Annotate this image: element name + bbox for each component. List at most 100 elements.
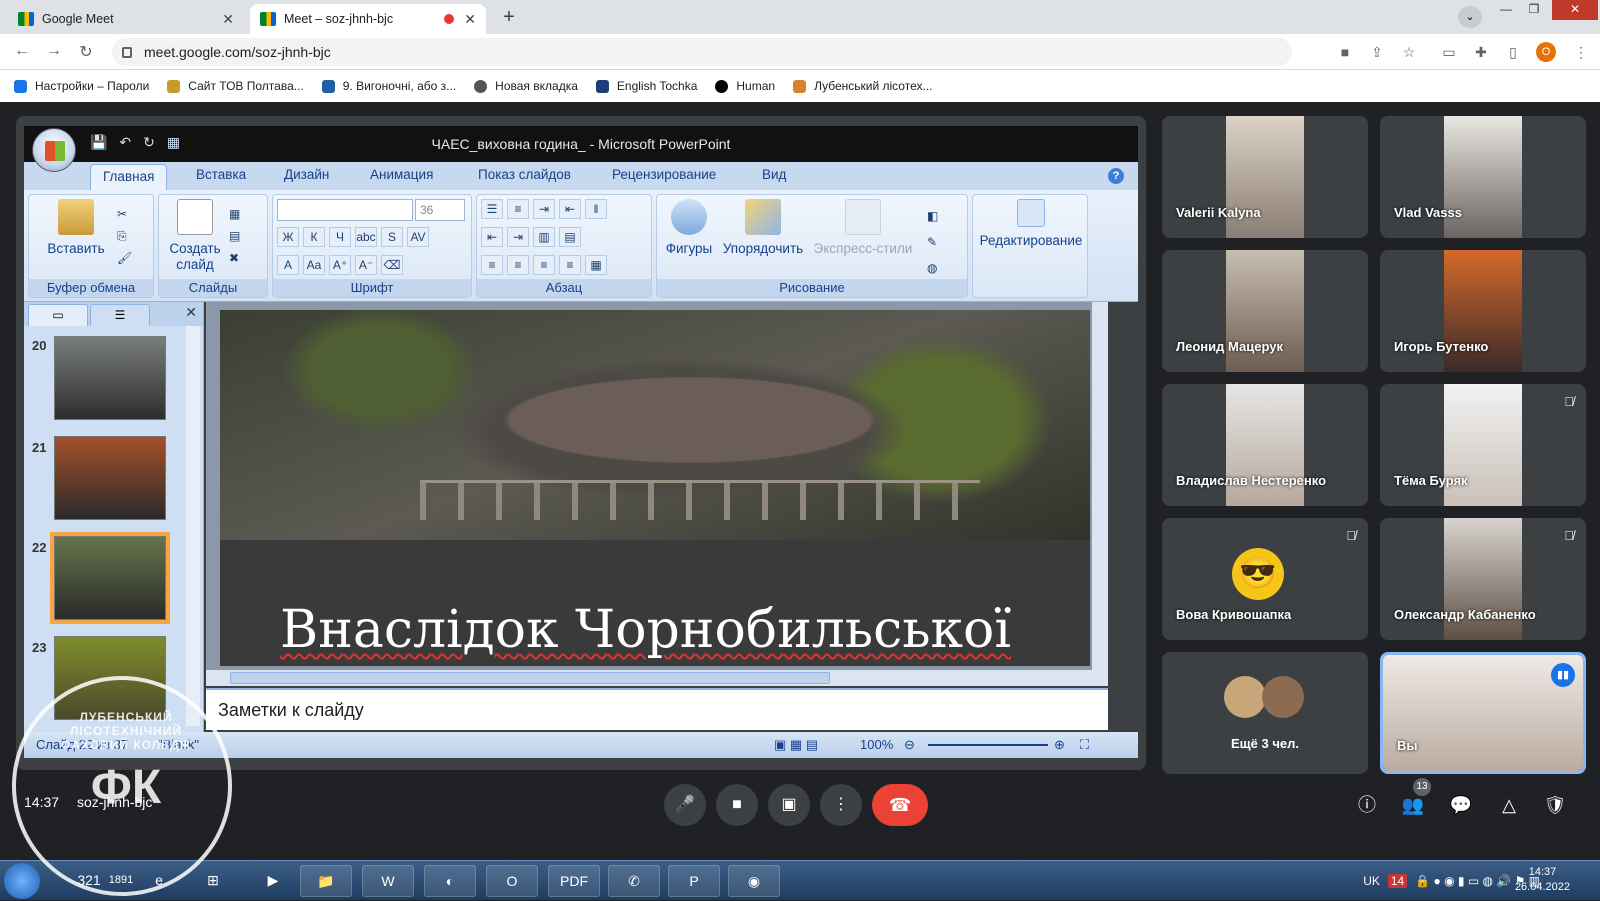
drawing-small-tools[interactable]: ◧ ✎ ◍ <box>927 203 938 281</box>
pdf-icon[interactable]: PDF <box>548 865 600 897</box>
chat-button[interactable]: 💬 <box>1448 792 1474 818</box>
tab-home[interactable]: Главная <box>90 164 168 190</box>
participant-tile[interactable]: Владислав Нестеренко <box>1162 384 1368 506</box>
bookmark-star-icon[interactable]: ☆ <box>1400 44 1418 60</box>
font-color-row[interactable]: A Aa A⁺ A⁻ ⌫ <box>277 255 407 275</box>
camera-button[interactable]: ■ <box>716 784 758 826</box>
shapes-button[interactable]: Фигуры <box>661 199 717 257</box>
microphone-button[interactable]: 🎤 <box>664 784 706 826</box>
participant-tile[interactable]: Игорь Бутенко <box>1380 250 1586 372</box>
tray-badge[interactable]: 14 <box>1387 874 1408 888</box>
font-format-row[interactable]: Ж К Чabc S AV <box>277 227 433 247</box>
slides-tab[interactable]: ▭ <box>28 304 88 326</box>
windows-icon[interactable]: ⊞ <box>196 865 230 897</box>
tab-review[interactable]: Рецензирование <box>612 167 716 182</box>
participant-tile[interactable]: Valerii Kalyna <box>1162 116 1368 238</box>
editing-button[interactable]: Редактирование <box>975 199 1087 249</box>
cast-icon[interactable]: ▭ <box>1440 44 1458 60</box>
tab-insert[interactable]: Вставка <box>196 167 246 182</box>
media-player-icon[interactable]: ▶ <box>256 865 290 897</box>
tab-animation[interactable]: Анимация <box>370 167 433 182</box>
bookmark-item[interactable]: Human <box>715 79 775 93</box>
slide-thumbnail-22[interactable] <box>50 532 170 624</box>
restore-button[interactable]: ❐ <box>1520 0 1548 20</box>
taskbar-clock[interactable]: 14:37 26.04.2022 <box>1515 865 1570 895</box>
outline-tab[interactable]: ☰ <box>90 304 150 326</box>
zoom-slider[interactable] <box>928 744 1048 746</box>
extensions-puzzle-icon[interactable]: ✚ <box>1472 44 1490 60</box>
slide-vertical-scrollbar[interactable] <box>1092 302 1108 670</box>
leave-call-button[interactable]: ☎ <box>872 784 928 826</box>
bookmark-item[interactable]: English Tochka <box>595 79 697 93</box>
host-controls-button[interactable]: 🛡 <box>1542 792 1568 818</box>
new-tab-button[interactable]: + <box>496 6 522 30</box>
arrange-button[interactable]: Упорядочить <box>717 199 809 257</box>
quick-styles-button[interactable]: Экспресс-стили <box>809 199 917 257</box>
slide-title[interactable]: Внаслідок Чорнобильської <box>280 600 1011 660</box>
reload-icon[interactable]: ↻ <box>76 42 96 62</box>
slide-small-tools[interactable]: ▦ ▤ ✖ <box>229 203 240 269</box>
tab-view[interactable]: Вид <box>762 167 786 182</box>
meeting-details-button[interactable]: ⓘ <box>1354 792 1380 818</box>
activities-button[interactable]: △ <box>1496 792 1522 818</box>
fit-window-icon[interactable]: ⛶ <box>1080 732 1089 758</box>
participant-tile[interactable]: Леонид Мацерук <box>1162 250 1368 372</box>
font-size-combo[interactable]: 36 <box>415 199 465 221</box>
self-tile[interactable]: ▮▮ Вы <box>1380 652 1586 774</box>
tab-search-button[interactable]: ⌄ <box>1458 6 1482 28</box>
camera-indicator-icon[interactable]: ■ <box>1336 44 1354 60</box>
bookmark-item[interactable]: 9. Вигонoчні, або з... <box>321 79 456 93</box>
viber-icon[interactable]: ✆ <box>608 865 660 897</box>
close-tab-icon[interactable]: ✕ <box>464 11 476 28</box>
slides-scrollbar[interactable] <box>186 326 200 726</box>
help-icon[interactable]: ? <box>1108 168 1124 184</box>
view-buttons[interactable]: ▣ ▦ ▤ <box>774 732 818 758</box>
side-panel-icon[interactable]: ▯ <box>1504 44 1522 60</box>
profile-avatar[interactable]: O <box>1536 42 1556 62</box>
zoom-in-icon[interactable]: ⊕ <box>1054 732 1065 758</box>
close-pane-icon[interactable]: ✕ <box>185 304 197 321</box>
close-tab-icon[interactable]: ✕ <box>222 11 234 28</box>
app-icon[interactable]: ◐ <box>424 865 476 897</box>
opera-icon[interactable]: O <box>486 865 538 897</box>
more-options-button[interactable]: ⋮ <box>820 784 862 826</box>
zoom-level[interactable]: 100% <box>860 732 893 758</box>
close-window-button[interactable]: ✕ <box>1552 0 1598 20</box>
office-button[interactable] <box>32 128 76 172</box>
font-name-combo[interactable] <box>277 199 413 221</box>
slide-thumbnail-21[interactable] <box>54 436 166 520</box>
word-icon[interactable]: W <box>362 865 414 897</box>
tab-meet-active[interactable]: Meet – soz-jhnh-bjc ✕ <box>250 4 486 34</box>
share-icon[interactable]: ⇪ <box>1368 44 1386 60</box>
minimize-button[interactable]: — <box>1492 0 1520 20</box>
explorer-icon[interactable]: 📁 <box>300 865 352 897</box>
bookmark-item[interactable]: Новая вкладка <box>474 79 578 93</box>
slide-horizontal-scrollbar[interactable] <box>206 670 1108 686</box>
bookmark-item[interactable]: Лубенський лісотех... <box>793 79 933 93</box>
zoom-out-icon[interactable]: ⊖ <box>904 732 915 758</box>
indent-tools-row[interactable]: ⇤ ⇥ ▥ ▤ <box>481 227 585 247</box>
notes-pane[interactable]: Заметки к слайду <box>206 688 1108 730</box>
forward-arrow-icon[interactable]: → <box>44 42 64 60</box>
bookmark-item[interactable]: Сайт ТОВ Полтава... <box>167 79 304 93</box>
language-indicator[interactable]: UK <box>1363 874 1380 888</box>
participant-tile[interactable]: 😎 🎙̸ Вова Кривошапка <box>1162 518 1368 640</box>
slide-thumbnail-20[interactable] <box>54 336 166 420</box>
current-slide[interactable]: Внаслідок Чорнобильської <box>220 310 1090 666</box>
tab-google-meet[interactable]: Google Meet ✕ <box>8 4 244 34</box>
scroll-thumb[interactable] <box>230 672 830 684</box>
chrome-icon[interactable]: ◉ <box>728 865 780 897</box>
quick-access-toolbar[interactable]: 💾↶↻▦ <box>90 134 192 151</box>
back-arrow-icon[interactable]: ← <box>12 42 32 60</box>
list-tools-row[interactable]: ☰ ≡ ⇥ ⇤ ‖ <box>481 199 611 219</box>
participant-tile[interactable]: 🎙̸ Тёма Буряк <box>1380 384 1586 506</box>
paste-button[interactable]: Вставить <box>41 199 111 257</box>
present-button[interactable]: ▣ <box>768 784 810 826</box>
more-participants-tile[interactable]: Ещё 3 чел. <box>1162 652 1368 774</box>
align-tools-row[interactable]: ≡ ≡ ≡ ≡ ▦ <box>481 255 611 275</box>
participant-tile[interactable]: 🎙̸ Олександр Кабаненко <box>1380 518 1586 640</box>
bookmark-item[interactable]: Настройки – Пароли <box>14 79 149 93</box>
clipboard-small-tools[interactable]: ✂ ⎘ 🖌 <box>117 203 132 269</box>
powerpoint-icon[interactable]: P <box>668 865 720 897</box>
address-bar[interactable]: meet.google.com/soz-jhnh-bjc <box>112 38 1292 66</box>
